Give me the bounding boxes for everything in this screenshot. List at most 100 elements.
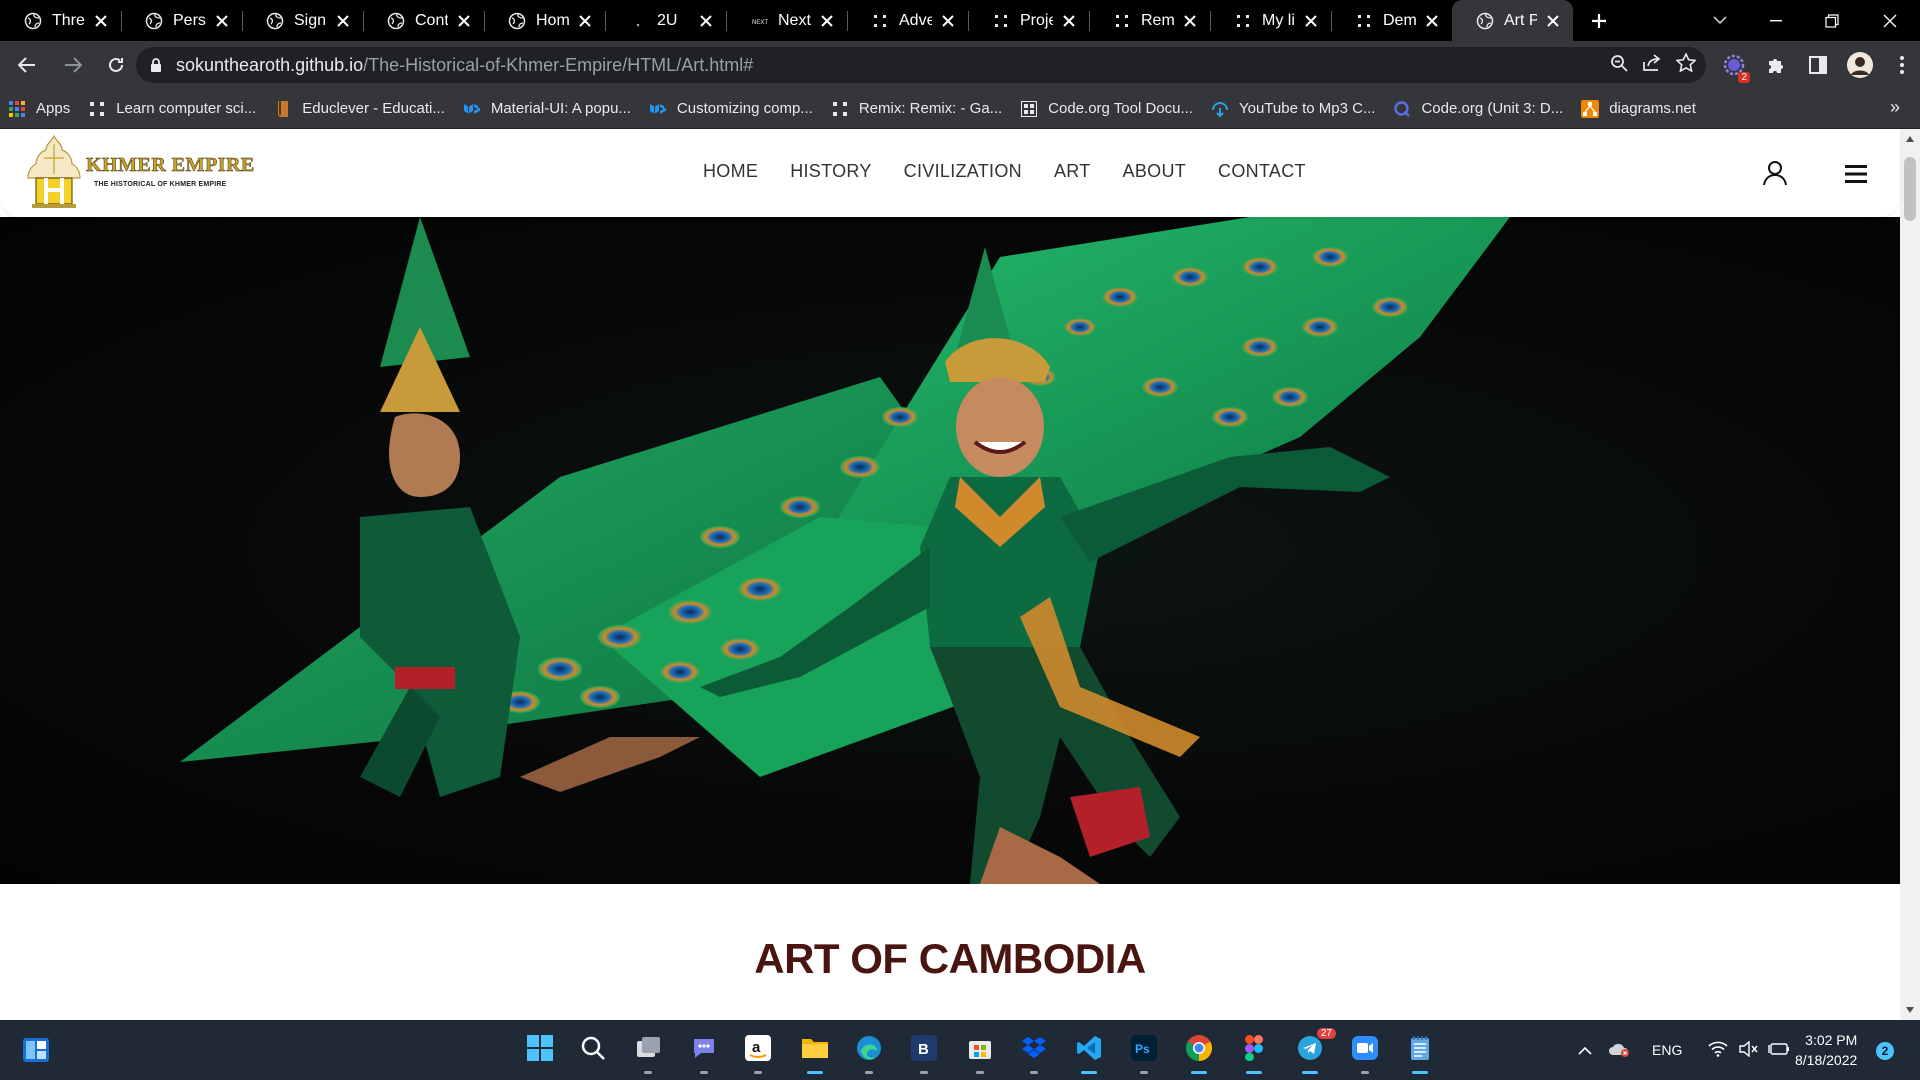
bookmark-item[interactable]: Apps bbox=[0, 95, 80, 123]
extensions-menu-button[interactable] bbox=[1760, 49, 1792, 81]
close-tab-icon[interactable] bbox=[454, 11, 474, 31]
taskbar-app[interactable]: Ps bbox=[1126, 1032, 1162, 1074]
browser-tab[interactable]: Projec bbox=[968, 0, 1089, 41]
onedrive-error-icon[interactable] bbox=[1608, 1041, 1630, 1060]
running-indicator bbox=[1412, 1071, 1428, 1074]
scroll-up-arrow-icon[interactable] bbox=[1900, 131, 1920, 147]
browser-tab[interactable]: Person bbox=[121, 0, 242, 41]
zoom-icon[interactable] bbox=[1610, 54, 1628, 77]
lock-icon[interactable] bbox=[150, 57, 162, 73]
close-tab-icon[interactable] bbox=[938, 11, 958, 31]
browser-tab[interactable]: Conta bbox=[363, 0, 484, 41]
scrollbar-thumb[interactable] bbox=[1904, 157, 1916, 221]
close-window-button[interactable] bbox=[1862, 0, 1918, 41]
taskbar-app[interactable] bbox=[1236, 1032, 1272, 1074]
close-tab-icon[interactable] bbox=[575, 11, 595, 31]
browser-tab[interactable]: Demo bbox=[1331, 0, 1452, 41]
language-indicator[interactable]: ENG bbox=[1652, 1042, 1682, 1058]
taskbar-app[interactable] bbox=[630, 1032, 666, 1074]
browser-tab[interactable]: My litt bbox=[1210, 0, 1331, 41]
close-tab-icon[interactable] bbox=[1180, 11, 1200, 31]
taskbar-app[interactable] bbox=[575, 1032, 611, 1068]
browser-tab[interactable]: Remix bbox=[1089, 0, 1210, 41]
nav-link-art[interactable]: ART bbox=[1054, 161, 1091, 182]
bookmark-item[interactable]: YouTube to Mp3 C... bbox=[1203, 95, 1385, 123]
minimize-button[interactable] bbox=[1748, 0, 1804, 41]
side-panel-button[interactable] bbox=[1802, 49, 1834, 81]
taskbar-app[interactable] bbox=[1181, 1032, 1217, 1074]
notification-badge[interactable]: 2 bbox=[1876, 1042, 1894, 1060]
chrome-menu-button[interactable] bbox=[1886, 49, 1918, 81]
bookmark-item[interactable]: Code.org (Unit 3: D... bbox=[1385, 95, 1573, 123]
close-tab-icon[interactable] bbox=[696, 11, 716, 31]
bookmark-item[interactable]: Code.org Tool Docu... bbox=[1012, 95, 1203, 123]
new-tab-button[interactable] bbox=[1577, 0, 1621, 41]
reload-button[interactable] bbox=[96, 45, 136, 85]
taskbar-app[interactable]: 27 bbox=[1292, 1028, 1336, 1074]
user-icon[interactable] bbox=[1762, 160, 1788, 186]
nav-link-civilization[interactable]: CIVILIZATION bbox=[904, 161, 1022, 182]
browser-tab[interactable]: Adven bbox=[847, 0, 968, 41]
task-view-icon bbox=[635, 1036, 661, 1065]
wifi-icon[interactable] bbox=[1708, 1041, 1728, 1060]
clock[interactable]: 3:02 PM 8/18/2022 bbox=[1795, 1030, 1857, 1070]
bookmark-item[interactable]: diagrams.net bbox=[1573, 95, 1706, 123]
brand[interactable]: KHMER EMPIRE THE HISTORICAL OF KHMER EMP… bbox=[86, 154, 255, 188]
close-tab-icon[interactable] bbox=[212, 11, 232, 31]
browser-tab[interactable]: Art Pa bbox=[1452, 0, 1573, 41]
close-tab-icon[interactable] bbox=[91, 11, 111, 31]
zoom-icon bbox=[1351, 1035, 1379, 1066]
page-scrollbar[interactable] bbox=[1900, 129, 1920, 1020]
taskbar-app[interactable]: a bbox=[740, 1032, 776, 1074]
bookmark-item[interactable]: Remix: Remix: - Ga... bbox=[823, 95, 1012, 123]
browser-tab[interactable]: Sign U bbox=[242, 0, 363, 41]
back-button[interactable] bbox=[7, 45, 47, 85]
nav-link-contact[interactable]: CONTACT bbox=[1218, 161, 1306, 182]
taskbar-app[interactable] bbox=[1347, 1032, 1383, 1074]
taskbar-app[interactable] bbox=[1016, 1032, 1052, 1074]
browser-tab[interactable]: Home bbox=[484, 0, 605, 41]
battery-charging-icon[interactable] bbox=[1768, 1042, 1790, 1059]
bookmark-item[interactable]: Learn computer sci... bbox=[80, 95, 266, 123]
bookmarks-overflow-button[interactable]: » bbox=[1890, 97, 1900, 118]
bookmark-item[interactable]: Material-UI: A popu... bbox=[455, 95, 641, 123]
close-tab-icon[interactable] bbox=[817, 11, 837, 31]
widgets-button[interactable] bbox=[18, 1032, 54, 1068]
taskbar-app[interactable] bbox=[797, 1032, 833, 1074]
nav-link-history[interactable]: HISTORY bbox=[790, 161, 871, 182]
bookmark-star-icon[interactable] bbox=[1675, 52, 1697, 77]
restore-button[interactable] bbox=[1804, 0, 1860, 41]
tab-search-button[interactable] bbox=[1692, 0, 1748, 41]
bookmark-item[interactable]: Customizing comp... bbox=[641, 95, 823, 123]
nav-link-home[interactable]: HOME bbox=[703, 161, 758, 182]
taskbar-app[interactable] bbox=[962, 1032, 998, 1074]
close-tab-icon[interactable] bbox=[333, 11, 353, 31]
taskbar-app[interactable] bbox=[522, 1032, 558, 1068]
taskbar-app[interactable] bbox=[686, 1032, 722, 1074]
hamburger-menu-icon[interactable] bbox=[1845, 165, 1867, 183]
browser-tab[interactable]: 2U bbox=[605, 0, 726, 41]
volume-muted-icon[interactable] bbox=[1738, 1040, 1758, 1060]
taskbar-app[interactable] bbox=[1071, 1032, 1107, 1074]
taskbar-app[interactable] bbox=[851, 1032, 887, 1074]
khmer-empire-logo[interactable] bbox=[24, 134, 84, 212]
taskbar-app[interactable]: B bbox=[906, 1032, 942, 1074]
q-icon bbox=[1393, 100, 1411, 118]
share-icon[interactable] bbox=[1642, 53, 1662, 77]
address-bar[interactable]: sokunthearoth.github.io/The-Historical-o… bbox=[136, 47, 1706, 83]
nav-link-about[interactable]: ABOUT bbox=[1123, 161, 1187, 182]
scroll-down-arrow-icon[interactable] bbox=[1900, 1002, 1920, 1018]
close-tab-icon[interactable] bbox=[1543, 11, 1563, 31]
close-tab-icon[interactable] bbox=[1422, 11, 1442, 31]
show-hidden-icons-chevron-icon[interactable] bbox=[1578, 1042, 1592, 1058]
running-indicator bbox=[644, 1071, 652, 1074]
close-tab-icon[interactable] bbox=[1301, 11, 1321, 31]
taskbar-app[interactable] bbox=[1402, 1032, 1438, 1074]
close-tab-icon[interactable] bbox=[1059, 11, 1079, 31]
browser-tab[interactable]: Three bbox=[0, 0, 121, 41]
extension-button[interactable]: 2 bbox=[1718, 49, 1750, 83]
browser-tab[interactable]: NEXT Next S bbox=[726, 0, 847, 41]
bookmark-item[interactable]: Educlever - Educati... bbox=[266, 95, 455, 123]
forward-button[interactable] bbox=[53, 45, 93, 85]
profile-button[interactable] bbox=[1844, 49, 1876, 81]
